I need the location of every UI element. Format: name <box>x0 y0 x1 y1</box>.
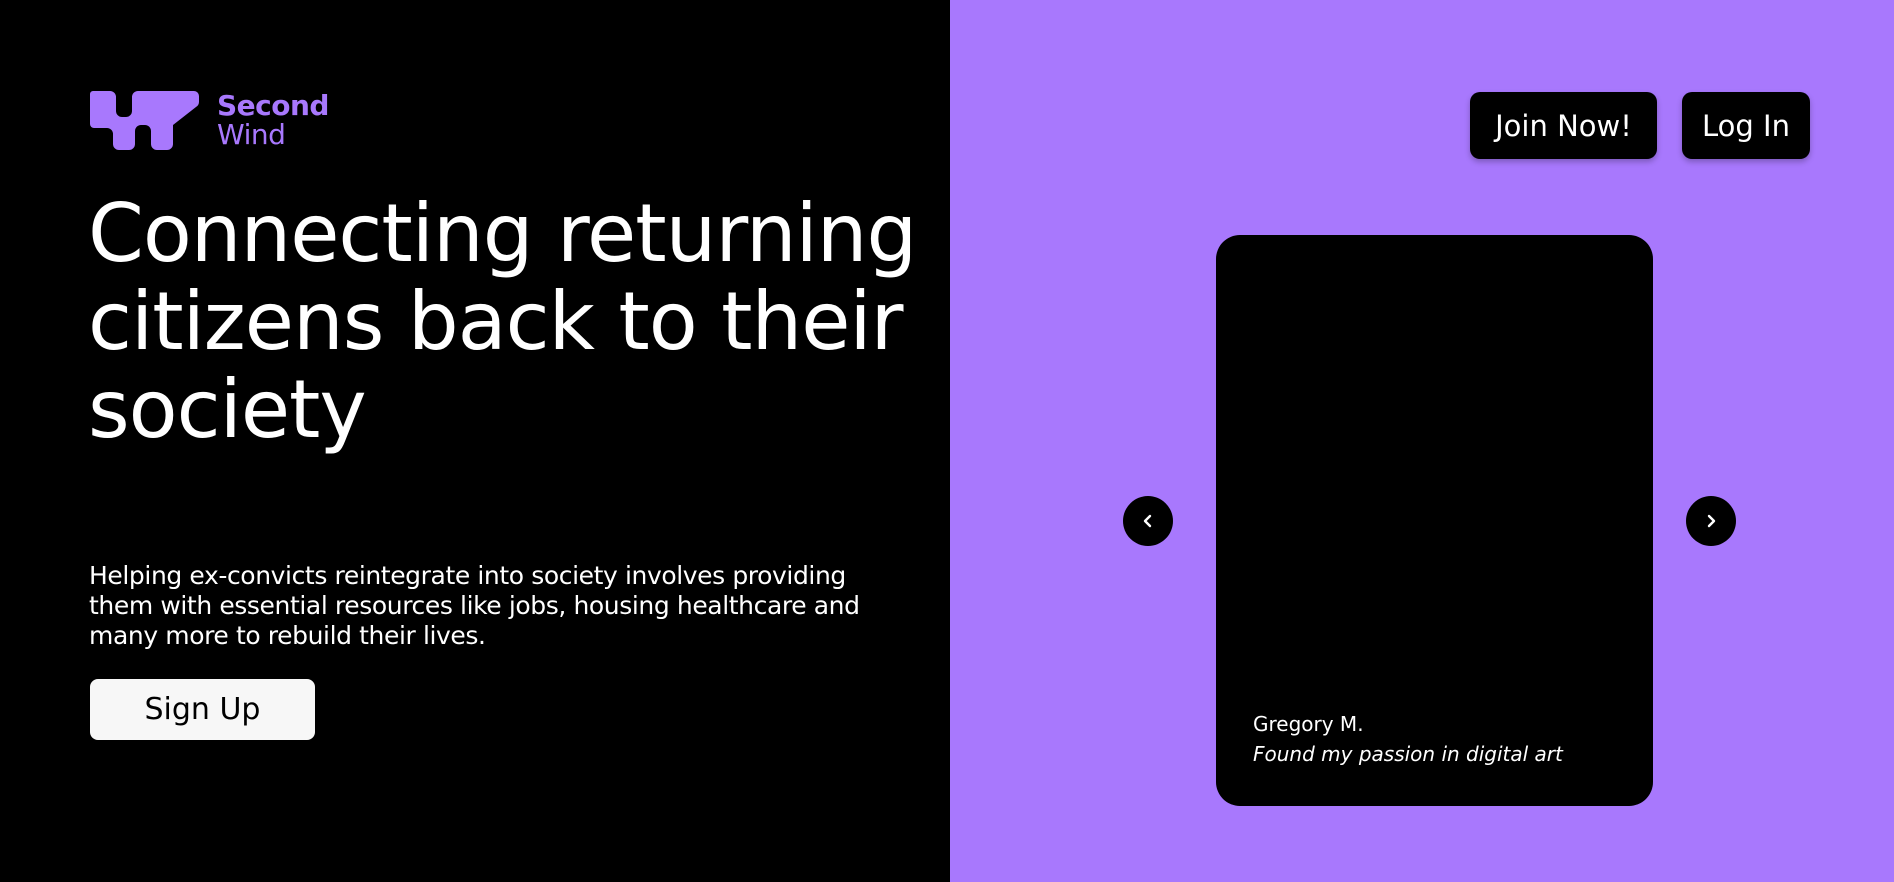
brand-name-line1: Second <box>217 89 329 122</box>
logo[interactable]: Second Wind <box>89 88 329 152</box>
testimonial-name: Gregory M. <box>1253 712 1364 736</box>
sign-up-button[interactable]: Sign Up <box>90 679 315 740</box>
landing-page: Second Wind Connecting returning citizen… <box>0 0 1894 882</box>
wave-logo-icon <box>90 91 199 150</box>
hero-section: Second Wind Connecting returning citizen… <box>0 0 950 882</box>
carousel-next-button[interactable] <box>1686 496 1736 546</box>
hero-description: Helping ex-convicts reintegrate into soc… <box>89 561 860 650</box>
testimonial-card: Gregory M. Found my passion in digital a… <box>1216 235 1653 806</box>
testimonial-quote: Found my passion in digital art <box>1253 742 1563 766</box>
testimonial-section: Join Now! Log In Gregory M. Found my pas… <box>950 0 1894 882</box>
join-now-button[interactable]: Join Now! <box>1470 92 1657 159</box>
hero-headline: Connecting returning citizens back to th… <box>88 187 917 456</box>
brand-name-line2: Wind <box>217 118 286 151</box>
carousel-prev-button[interactable] <box>1123 496 1173 546</box>
brand-name: Second Wind <box>217 91 329 149</box>
log-in-button[interactable]: Log In <box>1682 92 1810 159</box>
chevron-left-icon <box>1143 514 1152 528</box>
chevron-right-icon <box>1707 514 1716 528</box>
